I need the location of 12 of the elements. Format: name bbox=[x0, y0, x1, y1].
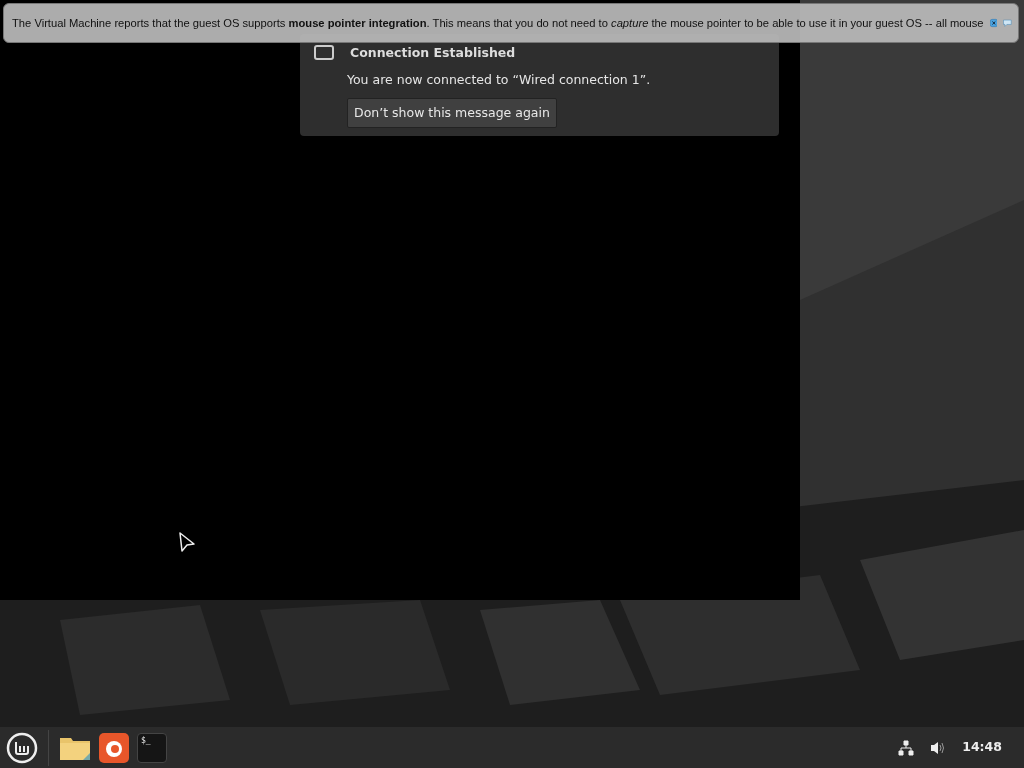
volume-icon[interactable] bbox=[930, 739, 947, 756]
notice-text: The Virtual Machine reports that the guest OS supports mouse pointer integration. This means that you do not need to capture the mouse pointer to be able to use it in your guest OS -- all mouse bbox=[12, 15, 984, 31]
clock[interactable]: 14:48 bbox=[962, 738, 1002, 757]
dismiss-button[interactable]: Don’t show this message again bbox=[347, 97, 557, 129]
browser-icon[interactable] bbox=[99, 732, 129, 763]
notification-title: Connection Established bbox=[350, 44, 516, 62]
notification-message: You are now connected to “Wired connection 1”. bbox=[347, 70, 651, 89]
network-icon[interactable] bbox=[898, 739, 915, 756]
terminal-icon[interactable]: $_ bbox=[137, 732, 167, 763]
monitor-icon bbox=[314, 45, 334, 62]
menu-icon[interactable] bbox=[6, 731, 38, 764]
cursor-icon bbox=[178, 531, 196, 553]
